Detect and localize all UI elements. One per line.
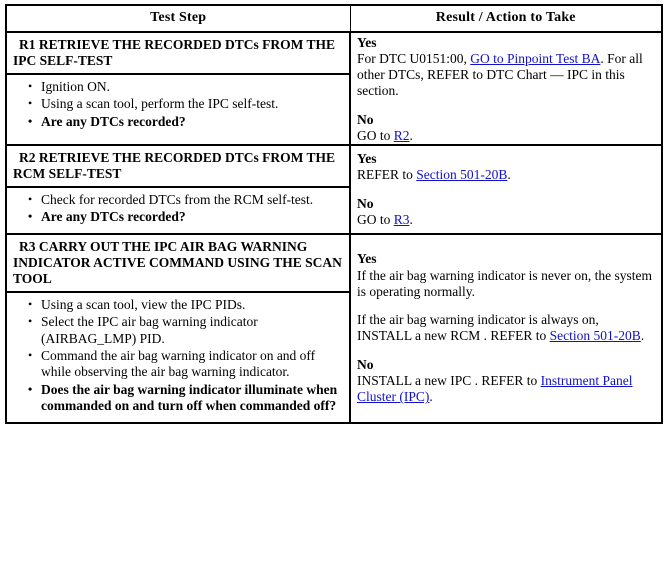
answer-label-no-r1: No	[357, 111, 374, 127]
list-item: Ignition ON.	[28, 79, 343, 96]
result-action-cell-r3: Yes If the air bag warning indicator is …	[349, 233, 663, 424]
step-bullet-list-r1: Ignition ON. Using a scan tool, perform …	[13, 79, 343, 131]
answer-text-yes-r2: REFER to Section 501-20B.	[357, 167, 655, 183]
result-action-cell-r1: Yes For DTC U0151:00, GO to Pinpoint Tes…	[349, 31, 663, 147]
result-action-cell-r2: Yes REFER to Section 501-20B. No GO to R…	[349, 144, 663, 235]
answer-label-no-r3: No	[357, 357, 374, 373]
step-body-r1: Ignition ON. Using a scan tool, perform …	[7, 75, 349, 137]
answer-label-yes-r1: Yes	[357, 35, 377, 50]
answer-label-yes-r2: Yes	[357, 150, 377, 166]
test-step-cell-r3: R3 CARRY OUT THE IPC AIR BAG WARNING IND…	[5, 233, 351, 424]
answer-no-prefix-r1: GO to	[357, 128, 394, 144]
answer-label-no-r2: No	[357, 195, 374, 211]
answer-text-yes-line1-r3: If the air bag warning indicator is neve…	[357, 267, 653, 299]
list-item: Are any DTCs recorded?	[28, 114, 343, 131]
link-section-501-20b[interactable]: Section 501-20B	[416, 167, 507, 182]
test-step-cell-r2: R2 RETRIEVE THE RECORDED DTCs FROM THE R…	[5, 144, 351, 235]
list-item: Command the air bag warning indicator on…	[28, 348, 343, 382]
list-item: Using a scan tool, perform the IPC self-…	[28, 96, 343, 113]
pinpoint-test-page: Test Step Result / Action to Take R1 RET…	[0, 0, 666, 573]
column-header-result-action: Result / Action to Take	[349, 4, 663, 33]
step-body-r3: Using a scan tool, view the IPC PIDs. Se…	[7, 293, 349, 422]
step-title-r2: R2 RETRIEVE THE RECORDED DTCs FROM THE R…	[7, 146, 349, 188]
answer-no-suffix-r3: .	[429, 389, 433, 405]
answer-yes-prefix-r1: For DTC U0151:00,	[357, 51, 471, 67]
answer-no-prefix-r3: INSTALL a new IPC . REFER to	[357, 373, 541, 389]
list-item: Using a scan tool, view the IPC PIDs.	[28, 297, 343, 314]
answer-yes-suffix-r2: .	[507, 167, 511, 183]
link-section-501-20b-r3[interactable]: Section 501-20B	[550, 328, 641, 343]
list-item: Are any DTCs recorded?	[28, 209, 343, 226]
link-r2[interactable]: R2	[394, 128, 410, 143]
table-row: R3 CARRY OUT THE IPC AIR BAG WARNING IND…	[5, 233, 663, 424]
list-item: Does the air bag warning indicator illum…	[28, 382, 343, 416]
answer-label-yes-r3: Yes	[357, 251, 377, 267]
step-bullet-list-r3: Using a scan tool, view the IPC PIDs. Se…	[13, 297, 343, 416]
list-item: Select the IPC air bag warning indicator…	[28, 314, 343, 348]
answer-text-no-r2: GO to R3.	[357, 212, 655, 228]
step-body-r2: Check for recorded DTCs from the RCM sel…	[7, 188, 349, 233]
pinpoint-test-table: Test Step Result / Action to Take R1 RET…	[5, 4, 663, 424]
table-row: R1 RETRIEVE THE RECORDED DTCs FROM THE I…	[5, 31, 663, 147]
answer-yes-prefix-r2: REFER to	[357, 167, 417, 183]
answer-text-no-r1: GO to R2.	[357, 128, 655, 144]
table-row: R2 RETRIEVE THE RECORDED DTCs FROM THE R…	[5, 144, 663, 235]
answer-yes-suffix-r3: .	[640, 328, 645, 344]
step-title-r3: R3 CARRY OUT THE IPC AIR BAG WARNING IND…	[7, 235, 349, 293]
answer-no-suffix-r1: .	[409, 128, 413, 144]
link-pinpoint-test-ba[interactable]: GO to Pinpoint Test BA	[470, 51, 600, 66]
step-title-r1: R1 RETRIEVE THE RECORDED DTCs FROM THE I…	[7, 33, 349, 75]
answer-text-yes-line2-r3: If the air bag warning indicator is alwa…	[357, 312, 655, 344]
table-header-row: Test Step Result / Action to Take	[5, 4, 663, 33]
list-item: Check for recorded DTCs from the RCM sel…	[28, 192, 343, 209]
answer-text-yes-r1: For DTC U0151:00, GO to Pinpoint Test BA…	[357, 51, 655, 99]
column-header-test-step: Test Step	[5, 4, 351, 33]
link-r3[interactable]: R3	[394, 212, 410, 227]
answer-no-prefix-r2: GO to	[357, 212, 394, 228]
answer-text-no-r3: INSTALL a new IPC . REFER to Instrument …	[357, 373, 655, 405]
test-step-cell-r1: R1 RETRIEVE THE RECORDED DTCs FROM THE I…	[5, 31, 351, 147]
answer-no-suffix-r2: .	[409, 212, 413, 228]
step-bullet-list-r2: Check for recorded DTCs from the RCM sel…	[13, 192, 343, 227]
